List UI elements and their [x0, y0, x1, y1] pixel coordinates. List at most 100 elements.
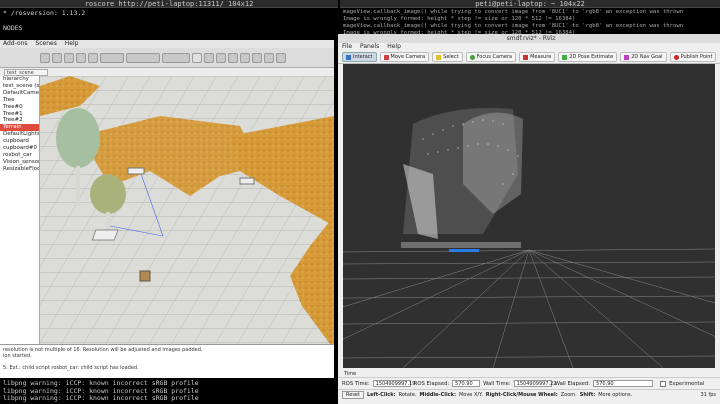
- rviz-window[interactable]: smdf.rviz* - RViz File Panels Help Inter…: [338, 34, 720, 404]
- tool-interact[interactable]: Interact: [342, 52, 377, 62]
- vrep-toolbar: [0, 48, 334, 68]
- hint-left-text: Rotate.: [398, 391, 417, 398]
- wall-time-field[interactable]: 1504909997.22: [513, 380, 556, 387]
- tool-select[interactable]: Select: [432, 52, 463, 62]
- rviz-3d-viewport[interactable]: [343, 64, 715, 368]
- toolbar-button[interactable]: [76, 52, 86, 63]
- tool-label: Measure: [530, 54, 552, 60]
- ros-time-field[interactable]: 1504909997.19: [372, 380, 415, 387]
- hint-shift-text: More options.: [598, 391, 633, 398]
- hierarchy-item[interactable]: Tree#1: [0, 111, 39, 118]
- toolbar-button[interactable]: [40, 52, 50, 63]
- hierarchy-item[interactable]: Tree#0: [0, 104, 39, 111]
- rviz-time-panel: Time ROS Time: 1504909997.19 ROS Elapsed…: [338, 370, 720, 404]
- wall-time-label: Wall Time:: [483, 380, 511, 387]
- play-icon[interactable]: [192, 52, 202, 63]
- hint-shift-key: Shift:: [579, 391, 596, 398]
- hierarchy-item[interactable]: rosbot_car: [0, 152, 39, 159]
- vrep-window[interactable]: Add-ons Scenes Help test_scene hierarchy…: [0, 40, 334, 378]
- menu-panels[interactable]: Panels: [360, 43, 379, 50]
- rviz-title: smdf.rviz* - RViz: [338, 34, 720, 43]
- menu-addons[interactable]: Add-ons: [3, 40, 28, 47]
- publish-point-icon: [673, 54, 679, 60]
- hierarchy-item[interactable]: cupboard#0: [0, 145, 39, 152]
- ros-time-label: ROS Time:: [342, 380, 370, 387]
- roscore-terminal[interactable]: roscore http://peti-laptop:11311/ 104x12…: [0, 0, 338, 40]
- toolbar-button[interactable]: [276, 52, 286, 63]
- ros-elapsed-field[interactable]: 570.90: [452, 380, 481, 387]
- toolbar-button[interactable]: [88, 52, 98, 63]
- terminal-line: * /rosversion: 1.13.2: [3, 9, 86, 17]
- tool-publish-point[interactable]: Publish Point: [669, 52, 717, 62]
- move-camera-icon: [383, 54, 389, 60]
- hierarchy-item[interactable]: Tree: [0, 97, 39, 104]
- toolbar-button[interactable]: [64, 52, 74, 63]
- measure-icon: [523, 54, 529, 60]
- hierarchy-item[interactable]: ResizableFloor: [0, 166, 39, 173]
- wall-elapsed-field[interactable]: 570.90: [593, 380, 654, 387]
- toolbar-button[interactable]: [162, 52, 190, 63]
- toolbar-button[interactable]: [228, 52, 238, 63]
- vrep-status-console: resolution is not multiple of 16. Resolu…: [0, 344, 334, 378]
- tool-measure[interactable]: Measure: [519, 52, 556, 62]
- tool-label: 2D Nav Goal: [631, 54, 663, 60]
- select-icon: [436, 54, 442, 60]
- hierarchy-item[interactable]: DefaultCamera: [0, 90, 39, 97]
- terminal-line: NODES: [3, 24, 23, 32]
- vrep-menubar: Add-ons Scenes Help: [0, 40, 334, 48]
- peti-terminal-title: peti@peti-laptop: ~ 104x22: [340, 0, 720, 8]
- tool-label: Move Camera: [390, 54, 426, 60]
- console-line: 5: Ext.: child script rosbot_car: child …: [3, 365, 139, 371]
- menu-file[interactable]: File: [342, 43, 352, 50]
- tool-2d-nav-goal[interactable]: 2D Nav Goal: [620, 52, 667, 62]
- libpng-terminal[interactable]: libpng warning: iCCP: known incorrect sR…: [0, 378, 336, 404]
- tool-label: 2D Pose Estimate: [569, 54, 614, 60]
- interact-icon: [346, 54, 351, 60]
- hint-left-key: Left-Click:: [366, 391, 396, 398]
- scene-render: [40, 76, 334, 344]
- menu-help[interactable]: Help: [65, 40, 79, 47]
- tool-label: Focus Camera: [476, 54, 513, 60]
- time-panel-title: Time: [338, 370, 720, 378]
- experimental-checkbox[interactable]: [660, 380, 667, 387]
- hierarchy-item[interactable]: Tree#2: [0, 117, 39, 124]
- reset-button[interactable]: Reset: [342, 390, 364, 399]
- hierarchy-item[interactable]: test_scene (scene: [0, 83, 39, 90]
- hierarchy-item[interactable]: Vision_sensor: [0, 159, 39, 166]
- tool-label: Publish Point: [680, 54, 713, 60]
- menu-help[interactable]: Help: [387, 43, 401, 50]
- ros-elapsed-label: ROS Elapsed:: [413, 380, 450, 387]
- tool-focus-camera[interactable]: Focus Camera: [465, 52, 517, 62]
- toolbar-button[interactable]: [100, 52, 124, 63]
- scene-hierarchy[interactable]: hierarchy test_scene (scene DefaultCamer…: [0, 76, 40, 344]
- menu-scenes[interactable]: Scenes: [35, 40, 56, 47]
- scene-tab[interactable]: test_scene: [4, 69, 48, 76]
- rviz-toolbar: Interact Move Camera Select Focus Camera…: [338, 51, 720, 64]
- pose-estimate-icon: [562, 54, 568, 60]
- fps-readout: 31 fps: [700, 391, 717, 398]
- vrep-3d-scene[interactable]: [40, 76, 334, 344]
- terminal-line: Image is wrongly formed: height * step !…: [343, 16, 576, 22]
- terminal-line: mageView.callback_image() while trying t…: [343, 23, 684, 29]
- hint-middle-text: Move X/Y.: [458, 391, 483, 398]
- hierarchy-item[interactable]: cupboard: [0, 138, 39, 145]
- hierarchy-item[interactable]: hierarchy: [0, 76, 39, 83]
- pause-icon[interactable]: [204, 52, 214, 63]
- tool-2d-pose-estimate[interactable]: 2D Pose Estimate: [558, 52, 618, 62]
- tool-label: Interact: [353, 54, 373, 60]
- toolbar-button[interactable]: [264, 52, 274, 63]
- tool-label: Select: [443, 54, 459, 60]
- experimental-label: Experimental: [669, 380, 705, 387]
- hierarchy-item-selected[interactable]: Terrain: [0, 124, 39, 132]
- rviz-render: [343, 64, 715, 368]
- stop-icon[interactable]: [216, 52, 226, 63]
- wall-elapsed-label: Wall Elapsed:: [554, 380, 591, 387]
- toolbar-button[interactable]: [126, 52, 160, 63]
- toolbar-button[interactable]: [52, 52, 62, 63]
- toolbar-button[interactable]: [252, 52, 262, 63]
- hint-right-text: Zoom.: [560, 391, 577, 398]
- tool-move-camera[interactable]: Move Camera: [379, 52, 430, 62]
- toolbar-button[interactable]: [240, 52, 250, 63]
- hierarchy-item[interactable]: DefaultLights: [0, 131, 39, 138]
